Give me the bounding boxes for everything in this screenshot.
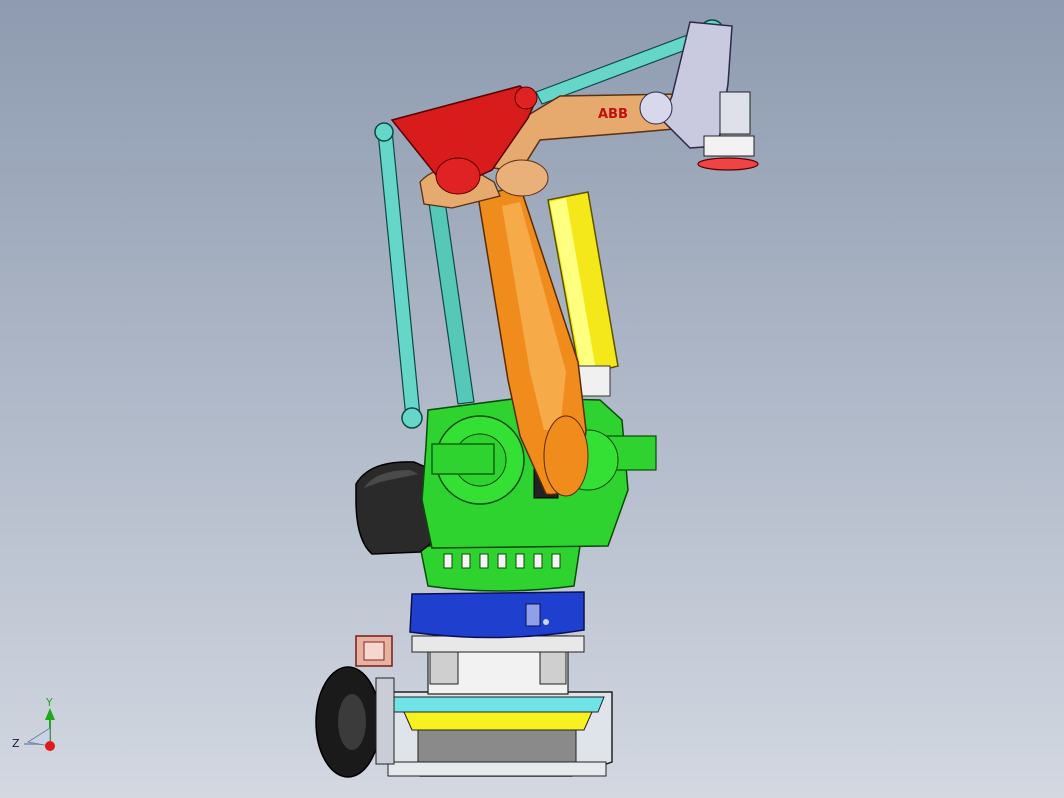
lower-arm-joint xyxy=(543,415,589,497)
wrist-motor xyxy=(719,91,751,135)
coordinate-triad: Y Z xyxy=(12,696,55,751)
pedestal xyxy=(411,635,585,695)
triad-y-label: Y xyxy=(45,696,53,709)
cart-cyan-rail xyxy=(387,696,605,713)
turntable-body xyxy=(409,591,585,639)
cart-handle-slot xyxy=(363,641,385,661)
tie-rod-mid xyxy=(427,193,475,405)
cart-yellow-tray xyxy=(403,711,593,731)
cart-base-plate xyxy=(387,761,607,777)
triad-z-label: Z xyxy=(12,737,20,750)
tie-rod-left-bottom-eye xyxy=(401,407,423,429)
turntable-plate xyxy=(525,603,541,627)
tie-rod-left-top-eye xyxy=(374,122,394,142)
turntable-base xyxy=(409,591,585,639)
pedestal-top-band xyxy=(411,635,585,653)
x-axis-dot xyxy=(45,741,55,751)
turntable-screw xyxy=(543,619,549,625)
tool-plate xyxy=(697,157,759,171)
cart-wheel-hub xyxy=(338,694,366,750)
pedestal-rib-left xyxy=(429,649,459,685)
upper-arm-joint xyxy=(495,159,549,197)
wrist-assembly xyxy=(639,21,759,171)
tool-flange xyxy=(703,135,755,157)
slewing-ring xyxy=(419,545,581,592)
tie-rod-left xyxy=(377,129,421,419)
pedestal-rib-right xyxy=(539,649,567,685)
arm-logo: ABB xyxy=(598,107,628,122)
cad-viewport[interactable]: ABB Y Z xyxy=(0,0,1064,798)
y-axis-arrow xyxy=(45,708,55,720)
wrist-pivot xyxy=(639,91,673,125)
base-axis-shaft xyxy=(431,443,495,475)
red-link-hub xyxy=(435,157,481,195)
red-link-end xyxy=(514,86,538,110)
cart-wheel-mount xyxy=(375,677,395,765)
